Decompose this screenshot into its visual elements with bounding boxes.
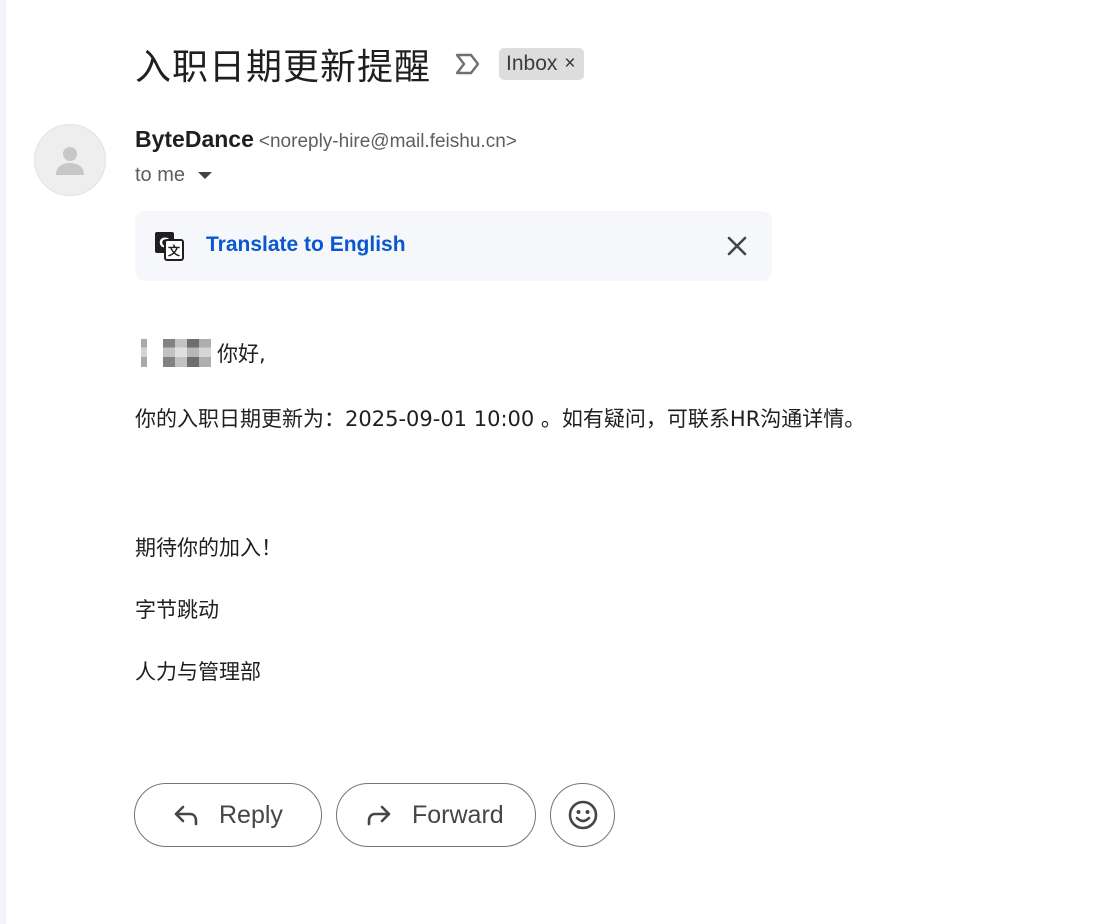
greeting-line: 你好, [135, 338, 266, 368]
sender-row: ByteDance <noreply-hire@mail.feishu.cn> [135, 126, 517, 153]
reply-arrow-icon [174, 805, 198, 826]
chevron-down-icon [198, 172, 213, 179]
reply-button[interactable]: Reply [134, 783, 322, 847]
greeting-text: 你好, [217, 342, 266, 366]
avatar[interactable] [34, 124, 106, 196]
email-subject: 入职日期更新提醒 [135, 47, 432, 88]
remove-label-icon[interactable]: × [564, 53, 575, 75]
reply-label: Reply [219, 800, 283, 829]
forward-label: Forward [412, 800, 504, 829]
sender-name[interactable]: ByteDance [135, 126, 254, 153]
default-person-avatar-icon [56, 147, 84, 175]
add-reaction-button[interactable] [550, 783, 615, 847]
svg-text:文: 文 [168, 243, 181, 258]
translate-bar: G 文 Translate to English [135, 211, 772, 281]
forward-button[interactable]: Forward [336, 783, 536, 847]
translate-to-english-link[interactable]: Translate to English [206, 233, 406, 257]
signature-company: 字节跳动 [135, 598, 219, 622]
redacted-recipient-name [135, 339, 211, 367]
closing-line: 期待你的加入！ [135, 536, 282, 560]
left-rail [0, 0, 6, 924]
label-chip-text: Inbox [506, 52, 558, 75]
translate-icon: G 文 [155, 232, 184, 261]
recipient-text: to me [135, 164, 186, 186]
signature-department: 人力与管理部 [135, 660, 261, 684]
sender-email: <noreply-hire@mail.feishu.cn> [258, 131, 517, 152]
close-icon[interactable] [725, 234, 749, 258]
add-reaction-smiley-icon [568, 800, 597, 830]
forward-arrow-icon [367, 805, 391, 826]
recipient-details-toggle[interactable]: to me [135, 164, 213, 187]
inbox-label-chip[interactable]: Inbox × [499, 48, 584, 80]
importance-marker-icon[interactable] [453, 49, 483, 79]
start-date-update-line: 你的入职日期更新为：2025-09-01 10:00 。如有疑问，可联系HR沟通… [135, 407, 866, 431]
subject-row: 入职日期更新提醒 Inbox × [135, 36, 584, 92]
